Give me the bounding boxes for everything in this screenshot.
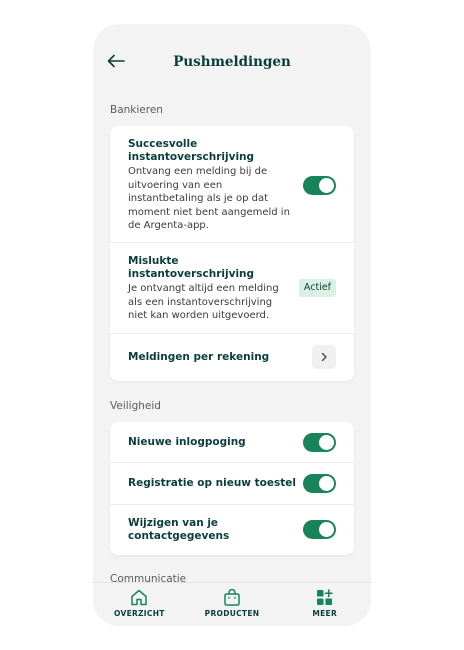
header: Pushmeldingen <box>93 24 371 100</box>
toggle-knob <box>319 435 334 450</box>
tab-label: OVERZICHT <box>113 609 165 618</box>
row-title: Succesvolle instantoverschrijving <box>128 138 255 163</box>
banking-card: Succesvolle instantoverschrijving Ontvan… <box>110 126 354 381</box>
toggle-new-device-registration[interactable] <box>303 474 336 493</box>
toggle-knob <box>319 178 334 193</box>
section-label-security: Veiligheid <box>110 400 161 412</box>
row-contact-details-change: Wijzigen van je contactgegevens <box>110 505 354 555</box>
tab-label: MEER <box>312 609 338 618</box>
toggle-successful-instant-transfer[interactable] <box>303 176 336 195</box>
tab-more[interactable]: MEER <box>278 583 371 626</box>
security-card: Nieuwe inlogpoging Registratie op nieuw … <box>110 422 354 555</box>
grid-plus-icon <box>316 589 333 605</box>
chevron-button[interactable] <box>312 345 336 369</box>
toggle-new-login-attempt[interactable] <box>303 433 336 452</box>
status-badge: Actief <box>298 279 336 297</box>
home-icon <box>131 589 148 606</box>
page-title: Pushmeldingen <box>173 54 291 70</box>
phone-screen: Pushmeldingen Bankieren Succesvolle inst… <box>93 24 371 626</box>
toggle-knob <box>319 522 334 537</box>
shopping-bag-icon <box>224 589 240 606</box>
row-notifications-per-account[interactable]: Meldingen per rekening <box>110 334 354 381</box>
row-description: Ontvang een melding bij de uitvoering va… <box>128 166 290 231</box>
tab-products[interactable]: PRODUCTEN <box>186 583 279 626</box>
toggle-knob <box>319 476 334 491</box>
row-description: Je ontvangt altijd een melding als een i… <box>128 283 279 321</box>
bottom-tab-bar: OVERZICHT PRODUCTEN MEER <box>93 582 371 626</box>
row-title: Meldingen per rekening <box>128 351 270 363</box>
row-successful-instant-transfer: Succesvolle instantoverschrijving Ontvan… <box>110 126 354 243</box>
row-new-device-registration: Registratie op nieuw toestel <box>110 463 354 505</box>
section-label-banking: Bankieren <box>110 104 163 116</box>
tab-label: PRODUCTEN <box>204 609 260 618</box>
tab-overview[interactable]: OVERZICHT <box>93 583 186 626</box>
row-title: Mislukte instantoverschrijving <box>128 255 255 280</box>
toggle-contact-details-change[interactable] <box>303 520 336 539</box>
row-failed-instant-transfer: Mislukte instantoverschrijving Je ontvan… <box>110 243 354 334</box>
row-title: Wijzigen van je contactgegevens <box>128 517 230 542</box>
chevron-right-icon <box>321 352 327 362</box>
row-new-login-attempt: Nieuwe inlogpoging <box>110 422 354 463</box>
